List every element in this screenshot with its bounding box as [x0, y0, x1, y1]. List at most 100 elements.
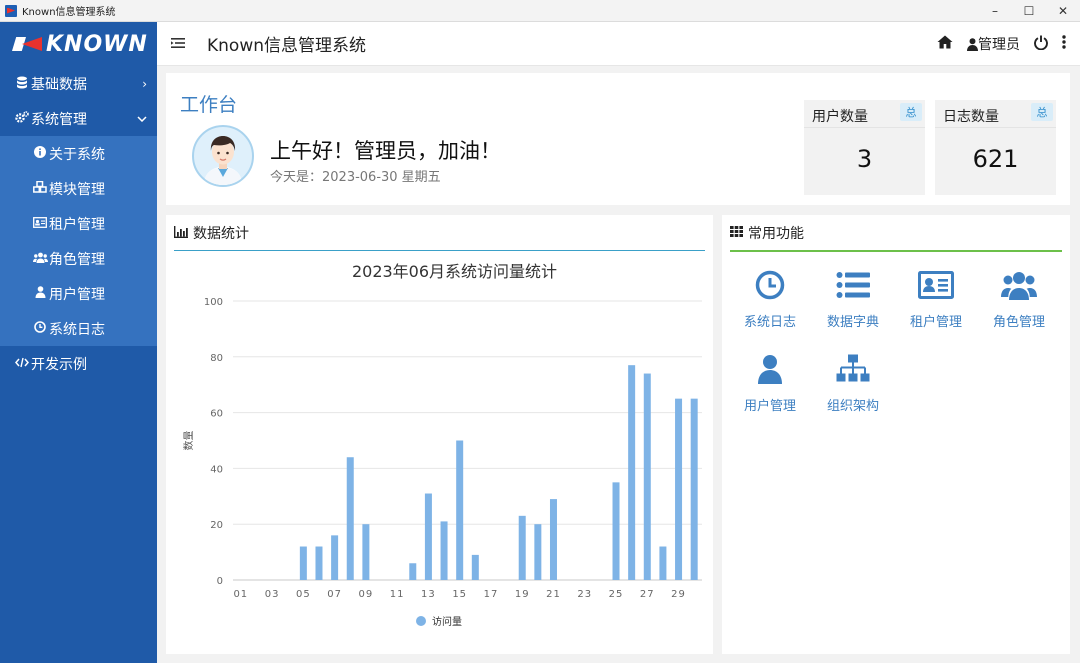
list-icon [813, 267, 893, 303]
close-button[interactable]: ✕ [1046, 0, 1080, 22]
window-title: Known信息管理系统 [22, 7, 116, 18]
x-tick-label: 03 [265, 589, 280, 600]
legend-marker [416, 616, 426, 626]
sidebar-item-system-management[interactable]: 系统管理 [0, 101, 157, 136]
clock-icon [33, 321, 47, 336]
bar [456, 440, 464, 580]
sidebar-item-label: 用户管理 [49, 286, 105, 303]
sitemap-icon [813, 351, 893, 387]
brand-logo-text: KNOWN [46, 31, 148, 57]
sidebar-item-basic-data[interactable]: 基础数据 › [0, 66, 157, 101]
bar [518, 515, 526, 580]
user-icon [33, 286, 47, 301]
bar [424, 493, 432, 580]
x-tick-label: 19 [515, 589, 530, 600]
user-icon [730, 351, 810, 387]
bar [346, 457, 354, 580]
func-data-dictionary[interactable]: 数据字典 [813, 267, 893, 337]
database-icon [15, 76, 29, 92]
x-tick-label: 15 [452, 589, 467, 600]
func-system-log[interactable]: 系统日志 [730, 267, 810, 337]
sidebar-item-system-log[interactable]: 系统日志 [0, 311, 157, 346]
power-icon[interactable] [1034, 35, 1048, 54]
common-functions-panel: 常用功能 系统日志 数据字典 租户管理 角色管理 用户管理 组织架构 [722, 215, 1070, 654]
sidebar-item-label: 基础数据 [31, 76, 87, 93]
sidebar-item-role-management[interactable]: 角色管理 [0, 241, 157, 276]
sidebar-item-label: 角色管理 [49, 251, 105, 268]
func-role-management[interactable]: 角色管理 [979, 267, 1059, 337]
user-icon [967, 37, 978, 51]
sidebar-item-user-management[interactable]: 用户管理 [0, 276, 157, 311]
workbench-panel: 工作台 上午好！管理员，加油！ 今天是：2023-06-30 星期五 用户数量 … [166, 73, 1070, 205]
panel-header: 常用功能 [730, 215, 804, 251]
more-vertical-icon[interactable] [1062, 35, 1066, 53]
bar [362, 524, 370, 580]
stat-label: 用户数量 [812, 109, 868, 125]
cubes-icon [33, 180, 47, 196]
sidebar-item-tenant-management[interactable]: 租户管理 [0, 206, 157, 241]
func-org-structure[interactable]: 组织架构 [813, 351, 893, 421]
page-title: 工作台 [180, 94, 238, 116]
brand-mark-icon [12, 35, 42, 53]
users-icon [33, 252, 48, 266]
total-badge: 总 [1031, 103, 1053, 121]
x-tick-label: 17 [484, 589, 499, 600]
legend-label: 访问量 [432, 615, 462, 628]
bar [643, 373, 651, 580]
bar [549, 499, 557, 580]
x-tick-label: 23 [577, 589, 592, 600]
y-tick-label: 100 [204, 297, 223, 308]
y-tick-label: 20 [210, 520, 223, 531]
x-tick-label: 13 [421, 589, 436, 600]
sidebar-item-label: 租户管理 [49, 216, 105, 233]
panel-header: 数据统计 [174, 215, 249, 251]
func-tenant-management[interactable]: 租户管理 [896, 267, 976, 337]
sidebar: KNOWN 基础数据 › 系统管理 关于系统 模块管理 租户管理 角色管理 用户… [0, 22, 157, 663]
bar [659, 546, 667, 580]
bar [409, 563, 417, 580]
y-tick-label: 60 [210, 409, 223, 420]
sidebar-item-label: 模块管理 [49, 181, 105, 198]
sidebar-item-dev-examples[interactable]: 开发示例 [0, 346, 157, 381]
func-label: 组织架构 [826, 399, 879, 414]
panel-title: 数据统计 [193, 226, 249, 242]
data-statistics-panel: 数据统计 2023年06月系统访问量统计 0 20 40 60 80 100 数量 01 03 05… [166, 215, 713, 654]
chart-title: 2023年06月系统访问量统计 [352, 262, 557, 281]
sidebar-item-about-system[interactable]: 关于系统 [0, 136, 157, 171]
maximize-button[interactable]: ☐ [1012, 0, 1046, 22]
sidebar-item-label: 关于系统 [49, 146, 105, 163]
x-tick-label: 27 [640, 589, 655, 600]
bar-chart-icon [174, 225, 188, 241]
sidebar-item-module-management[interactable]: 模块管理 [0, 171, 157, 206]
func-label: 数据字典 [826, 315, 879, 330]
y-tick-label: 40 [210, 464, 223, 475]
menu-toggle-icon[interactable] [171, 35, 185, 53]
code-icon [15, 357, 29, 371]
y-tick-label: 0 [217, 576, 223, 587]
today-date: 今天是：2023-06-30 星期五 [270, 170, 441, 185]
total-badge: 总 [900, 103, 922, 121]
user-menu[interactable]: 管理员 [967, 34, 1020, 54]
x-tick-label: 09 [359, 589, 374, 600]
brand-logo: KNOWN [0, 22, 157, 66]
home-icon[interactable] [937, 35, 953, 53]
log-count-card: 日志数量 总 621 [935, 100, 1056, 195]
user-name: 管理员 [978, 37, 1020, 53]
y-tick-label: 80 [210, 353, 223, 364]
minimize-button[interactable]: – [978, 0, 1012, 22]
top-header: Known信息管理系统 管理员 [157, 22, 1080, 66]
x-tick-label: 25 [609, 589, 624, 600]
bar [331, 535, 339, 580]
app-logo-icon [5, 4, 17, 17]
id-card-icon [33, 216, 47, 231]
func-user-management[interactable]: 用户管理 [730, 351, 810, 421]
grid-icon [730, 226, 743, 240]
bar [675, 398, 683, 580]
bar [628, 365, 636, 580]
x-tick-label: 05 [296, 589, 311, 600]
bar [612, 482, 620, 580]
system-submenu: 关于系统 模块管理 租户管理 角色管理 用户管理 系统日志 [0, 136, 157, 346]
func-label: 角色管理 [992, 315, 1045, 330]
gears-icon [15, 110, 29, 127]
y-axis-label: 数量 [182, 431, 195, 451]
